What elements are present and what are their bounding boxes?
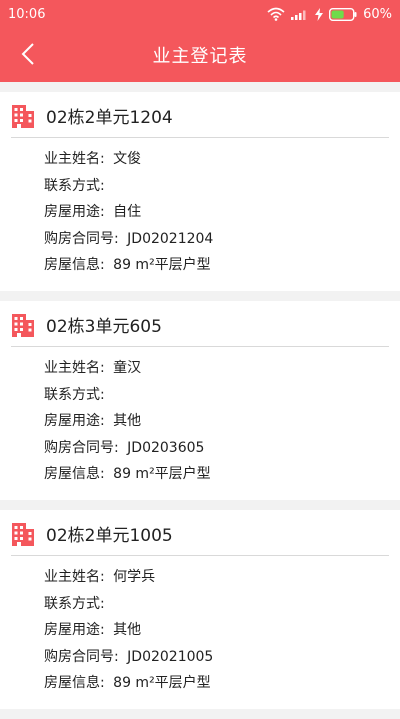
owner-record-card[interactable]: 02栋3单元605 业主姓名: 童汉 联系方式: 房屋用途: 其他 购房合同号:… [0,301,400,500]
signal-icon [291,8,309,20]
owner-name-label: 业主姓名: [44,151,105,167]
usage-row: 房屋用途: 其他 [44,617,389,644]
wifi-icon [267,7,285,21]
contract-value: JD0203605 [127,439,205,456]
usage-value: 其他 [113,413,142,429]
building-icon [11,522,35,546]
house-info-value: 89 m²平层户型 [113,257,211,273]
card-header: 02栋3单元605 [11,301,389,347]
owner-name-value: 童汉 [113,360,142,376]
house-info-row: 房屋信息: 89 m²平层户型 [44,252,389,279]
house-info-label: 房屋信息: [44,466,105,482]
owner-name-value: 文俊 [113,151,142,167]
owner-name-row: 业主姓名: 何学兵 [44,564,389,591]
contract-row: 购房合同号: JD02021005 [44,644,389,671]
house-info-row: 房屋信息: 89 m²平层户型 [44,461,389,488]
charging-icon [315,7,324,21]
contract-label: 购房合同号: [44,648,119,665]
contract-value: JD02021204 [127,230,214,247]
status-bar: 10:06 60% [0,0,400,28]
card-body: 业主姓名: 何学兵 联系方式: 房屋用途: 其他 购房合同号: JD020210… [11,556,389,697]
contact-label: 联系方式: [44,386,105,403]
contract-row: 购房合同号: JD02021204 [44,226,389,253]
card-body: 业主姓名: 文俊 联系方式: 房屋用途: 自住 购房合同号: JD0202120… [11,138,389,279]
house-info-label: 房屋信息: [44,675,105,691]
unit-title: 02栋2单元1204 [46,108,173,128]
usage-value: 其他 [113,622,142,638]
status-time: 10:06 [8,6,46,22]
owner-record-card[interactable]: 02栋2单元1204 业主姓名: 文俊 联系方式: 房屋用途: 自住 购房合同号… [0,92,400,291]
contract-row: 购房合同号: JD0203605 [44,435,389,462]
building-icon [11,104,35,128]
house-info-label: 房屋信息: [44,257,105,273]
contract-value: JD02021005 [127,648,214,665]
card-body: 业主姓名: 童汉 联系方式: 房屋用途: 其他 购房合同号: JD0203605… [11,347,389,488]
owner-record-list: 02栋2单元1204 业主姓名: 文俊 联系方式: 房屋用途: 自住 购房合同号… [0,92,400,719]
nav-bar: 业主登记表 [0,28,400,82]
owner-name-value: 何学兵 [113,569,156,585]
contact-row: 联系方式: [44,382,389,409]
page-title: 业主登记表 [152,46,248,67]
contact-row: 联系方式: [44,173,389,200]
unit-title: 02栋3单元605 [46,317,162,337]
status-icons: 60% [267,7,392,22]
usage-label: 房屋用途: [44,204,105,220]
contact-label: 联系方式: [44,177,105,194]
unit-title: 02栋2单元1005 [46,526,173,546]
owner-name-row: 业主姓名: 文俊 [44,146,389,173]
contact-label: 联系方式: [44,595,105,612]
card-header: 02栋2单元1005 [11,510,389,556]
house-info-value: 89 m²平层户型 [113,675,211,691]
usage-row: 房屋用途: 自住 [44,199,389,226]
usage-value: 自住 [113,204,142,220]
house-info-row: 房屋信息: 89 m²平层户型 [44,670,389,697]
usage-label: 房屋用途: [44,622,105,638]
usage-label: 房屋用途: [44,413,105,429]
owner-name-label: 业主姓名: [44,360,105,376]
battery-percent: 60% [363,6,392,22]
card-header: 02栋2单元1204 [11,92,389,138]
house-info-value: 89 m²平层户型 [113,466,211,482]
chevron-left-icon [21,43,34,65]
contract-label: 购房合同号: [44,439,119,456]
usage-row: 房屋用途: 其他 [44,408,389,435]
app-header: 10:06 60% 业主登记表 [0,0,400,82]
back-button[interactable] [10,36,46,72]
building-icon [11,313,35,337]
owner-record-card[interactable]: 02栋2单元1005 业主姓名: 何学兵 联系方式: 房屋用途: 其他 购房合同… [0,510,400,709]
battery-icon [329,7,357,21]
contract-label: 购房合同号: [44,230,119,247]
owner-name-label: 业主姓名: [44,569,105,585]
contact-row: 联系方式: [44,591,389,618]
owner-name-row: 业主姓名: 童汉 [44,355,389,382]
